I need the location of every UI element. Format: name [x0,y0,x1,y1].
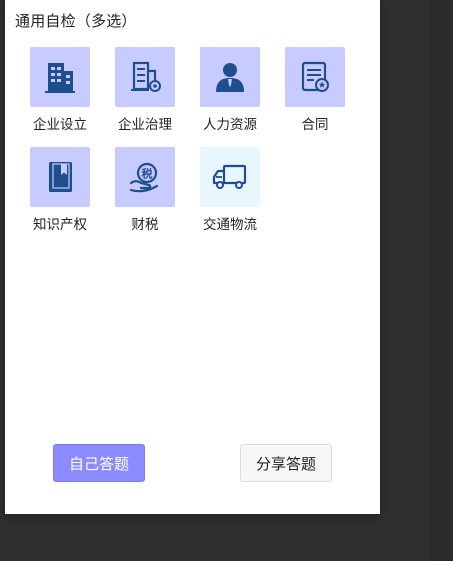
category-tile[interactable] [30,147,90,207]
category-item-traffic-logistics[interactable]: 交通物流 [175,147,260,237]
category-tile[interactable] [200,47,260,107]
category-tile[interactable] [115,47,175,107]
category-item-enterprise-setup[interactable]: 企业设立 [5,47,90,137]
category-tile[interactable] [285,47,345,107]
category-label: 交通物流 [203,217,257,233]
right-scroll-strip [430,0,453,561]
building-icon [45,63,75,93]
svg-text:税: 税 [142,167,153,181]
category-item-contract[interactable]: 合同 [260,47,345,137]
person-icon [216,63,244,92]
category-tile[interactable] [200,147,260,207]
category-item-enterprise-governance[interactable]: 企业治理 [90,47,175,137]
tax-hand-icon: 税 [129,162,159,193]
category-tile[interactable]: 税 [115,147,175,207]
self-check-panel: 通用自检（多选） 企业设立 企业治理 人力资源 合同 知识产权 税 财税 交通物… [5,0,380,514]
category-item-intellectual-property[interactable]: 知识产权 [5,147,90,237]
building-gear-icon [131,61,161,92]
category-label: 合同 [301,117,329,133]
self-answer-button[interactable]: 自己答题 [53,444,145,482]
category-item-finance-tax[interactable]: 税 财税 [90,147,175,237]
category-item-human-resources[interactable]: 人力资源 [175,47,260,137]
book-icon [49,162,72,192]
contract-icon [301,61,329,92]
section-title: 通用自检（多选） [15,12,137,30]
category-tile[interactable] [30,47,90,107]
share-answer-button[interactable]: 分享答题 [240,444,332,482]
truck-icon [212,164,247,189]
